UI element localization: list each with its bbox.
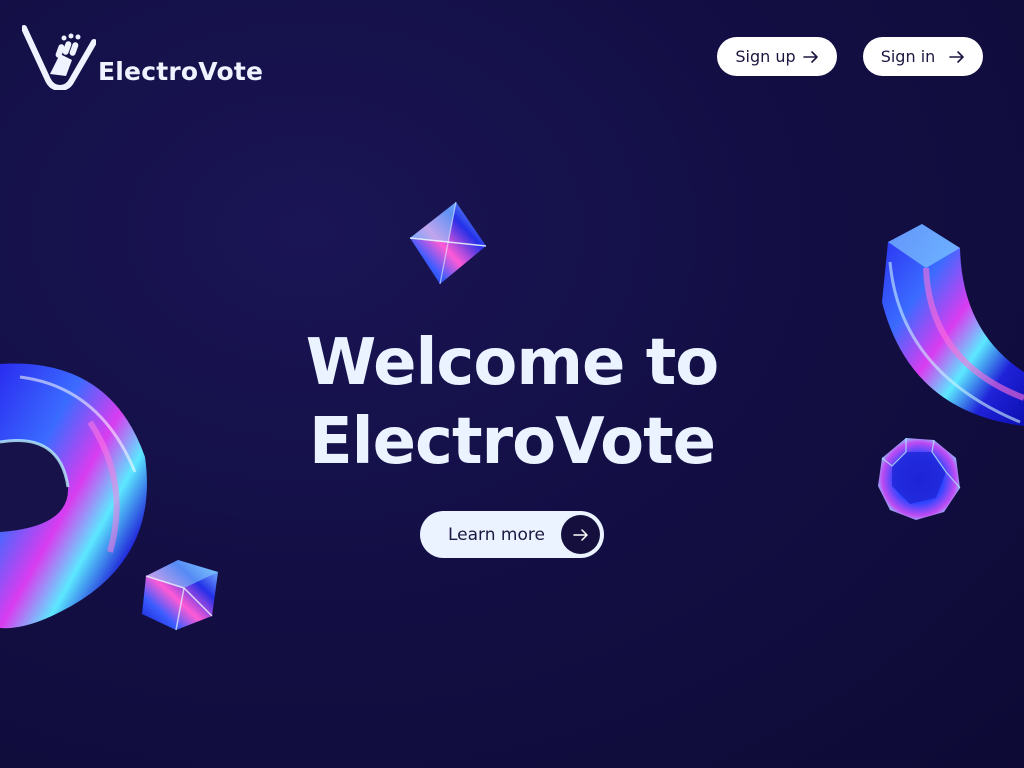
arrow-right-icon [561, 515, 600, 554]
hero-title-line2: ElectroVote [308, 405, 716, 479]
signin-label: Sign in [880, 47, 936, 66]
octahedron-shape [409, 201, 487, 285]
signin-button[interactable]: Sign in [863, 37, 983, 76]
learn-more-button[interactable]: Learn more [420, 511, 604, 558]
signup-label: Sign up [735, 47, 796, 66]
arrow-right-icon [949, 50, 965, 63]
hero-title: Welcome to ElectroVote [0, 324, 1024, 482]
learn-more-label: Learn more [448, 524, 545, 545]
brand-name: ElectroVote [98, 57, 264, 86]
hero-title-line1: Welcome to [305, 326, 720, 400]
signup-button[interactable]: Sign up [717, 37, 837, 76]
brand-logo[interactable]: ElectroVote [22, 24, 263, 90]
cube-shape [142, 560, 218, 631]
voting-hand-icon [22, 25, 96, 90]
arrow-right-icon [802, 50, 818, 63]
